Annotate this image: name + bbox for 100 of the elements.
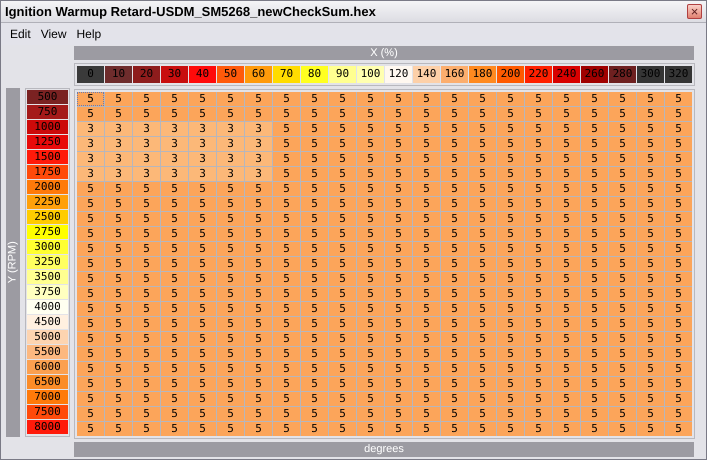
table-cell[interactable]: 5 [245,212,272,226]
table-cell[interactable]: 5 [217,347,244,361]
table-cell[interactable]: 5 [665,257,692,271]
table-cell[interactable]: 5 [665,137,692,151]
table-cell[interactable]: 5 [581,332,608,346]
table-cell[interactable]: 5 [189,302,216,316]
table-cell[interactable]: 5 [77,332,104,346]
table-cell[interactable]: 5 [553,197,580,211]
table-cell[interactable]: 5 [525,227,552,241]
table-cell[interactable]: 5 [553,422,580,436]
table-cell[interactable]: 5 [525,392,552,406]
table-cell[interactable]: 5 [77,182,104,196]
table-cell[interactable]: 5 [469,317,496,331]
table-cell[interactable]: 5 [161,212,188,226]
table-cell[interactable]: 5 [665,272,692,286]
table-cell[interactable]: 5 [581,422,608,436]
table-cell[interactable]: 5 [357,137,384,151]
table-cell[interactable]: 5 [581,137,608,151]
table-cell[interactable]: 5 [217,107,244,121]
table-cell[interactable]: 5 [217,362,244,376]
table-cell[interactable]: 5 [553,257,580,271]
table-cell[interactable]: 5 [133,422,160,436]
table-cell[interactable]: 5 [553,377,580,391]
table-cell[interactable]: 5 [581,167,608,181]
table-cell[interactable]: 5 [301,182,328,196]
table-cell[interactable]: 5 [133,287,160,301]
table-cell[interactable]: 5 [385,332,412,346]
table-cell[interactable]: 5 [161,242,188,256]
table-cell[interactable]: 5 [133,272,160,286]
table-cell[interactable]: 5 [133,377,160,391]
table-cell[interactable]: 5 [77,242,104,256]
table-cell[interactable]: 5 [273,257,300,271]
table-cell[interactable]: 5 [665,152,692,166]
table-cell[interactable]: 5 [105,272,132,286]
table-cell[interactable]: 5 [217,92,244,106]
table-cell[interactable]: 5 [245,257,272,271]
table-cell[interactable]: 5 [441,167,468,181]
table-cell[interactable]: 5 [329,227,356,241]
table-cell[interactable]: 5 [469,212,496,226]
table-cell[interactable]: 5 [329,167,356,181]
table-cell[interactable]: 5 [665,407,692,421]
table-cell[interactable]: 5 [329,407,356,421]
table-cell[interactable]: 5 [525,182,552,196]
table-cell[interactable]: 5 [497,197,524,211]
table-cell[interactable]: 5 [273,377,300,391]
table-cell[interactable]: 3 [133,167,160,181]
close-button[interactable]: × [687,4,702,19]
table-cell[interactable]: 5 [581,152,608,166]
table-cell[interactable]: 5 [301,422,328,436]
table-cell[interactable]: 5 [497,242,524,256]
table-cell[interactable]: 5 [385,212,412,226]
table-cell[interactable]: 5 [469,272,496,286]
table-cell[interactable]: 5 [105,257,132,271]
table-cell[interactable]: 5 [553,362,580,376]
table-cell[interactable]: 5 [581,107,608,121]
table-cell[interactable]: 5 [441,362,468,376]
table-cell[interactable]: 5 [105,302,132,316]
table-cell[interactable]: 5 [357,392,384,406]
table-cell[interactable]: 5 [357,92,384,106]
table-cell[interactable]: 5 [609,122,636,136]
table-cell[interactable]: 5 [413,167,440,181]
table-cell[interactable]: 5 [189,422,216,436]
table-cell[interactable]: 5 [609,347,636,361]
table-cell[interactable]: 5 [189,392,216,406]
table-cell[interactable]: 5 [413,122,440,136]
table-cell[interactable]: 5 [273,347,300,361]
table-cell[interactable]: 5 [609,212,636,226]
table-cell[interactable]: 3 [105,137,132,151]
table-cell[interactable]: 5 [357,167,384,181]
table-cell[interactable]: 5 [413,317,440,331]
table-cell[interactable]: 5 [301,362,328,376]
table-cell[interactable]: 5 [581,197,608,211]
table-cell[interactable]: 5 [469,92,496,106]
table-cell[interactable]: 5 [609,182,636,196]
table-cell[interactable]: 5 [133,347,160,361]
table-cell[interactable]: 5 [441,407,468,421]
table-cell[interactable]: 5 [273,272,300,286]
table-cell[interactable]: 5 [273,137,300,151]
table-cell[interactable]: 5 [329,332,356,346]
menu-item[interactable]: Edit [5,25,36,43]
table-cell[interactable]: 5 [637,137,664,151]
table-cell[interactable]: 5 [77,212,104,226]
table-cell[interactable]: 5 [77,347,104,361]
table-cell[interactable]: 5 [329,347,356,361]
table-cell[interactable]: 5 [413,362,440,376]
table-cell[interactable]: 5 [357,347,384,361]
table-cell[interactable]: 5 [581,227,608,241]
table-cell[interactable]: 5 [329,377,356,391]
table-cell[interactable]: 5 [245,197,272,211]
table-cell[interactable]: 5 [637,317,664,331]
table-cell[interactable]: 3 [245,122,272,136]
table-cell[interactable]: 5 [357,152,384,166]
table-cell[interactable]: 5 [245,407,272,421]
table-cell[interactable]: 5 [357,242,384,256]
table-cell[interactable]: 5 [329,362,356,376]
table-cell[interactable]: 5 [637,122,664,136]
table-cell[interactable]: 5 [413,377,440,391]
table-cell[interactable]: 5 [133,362,160,376]
table-cell[interactable]: 5 [161,107,188,121]
table-cell[interactable]: 5 [161,407,188,421]
